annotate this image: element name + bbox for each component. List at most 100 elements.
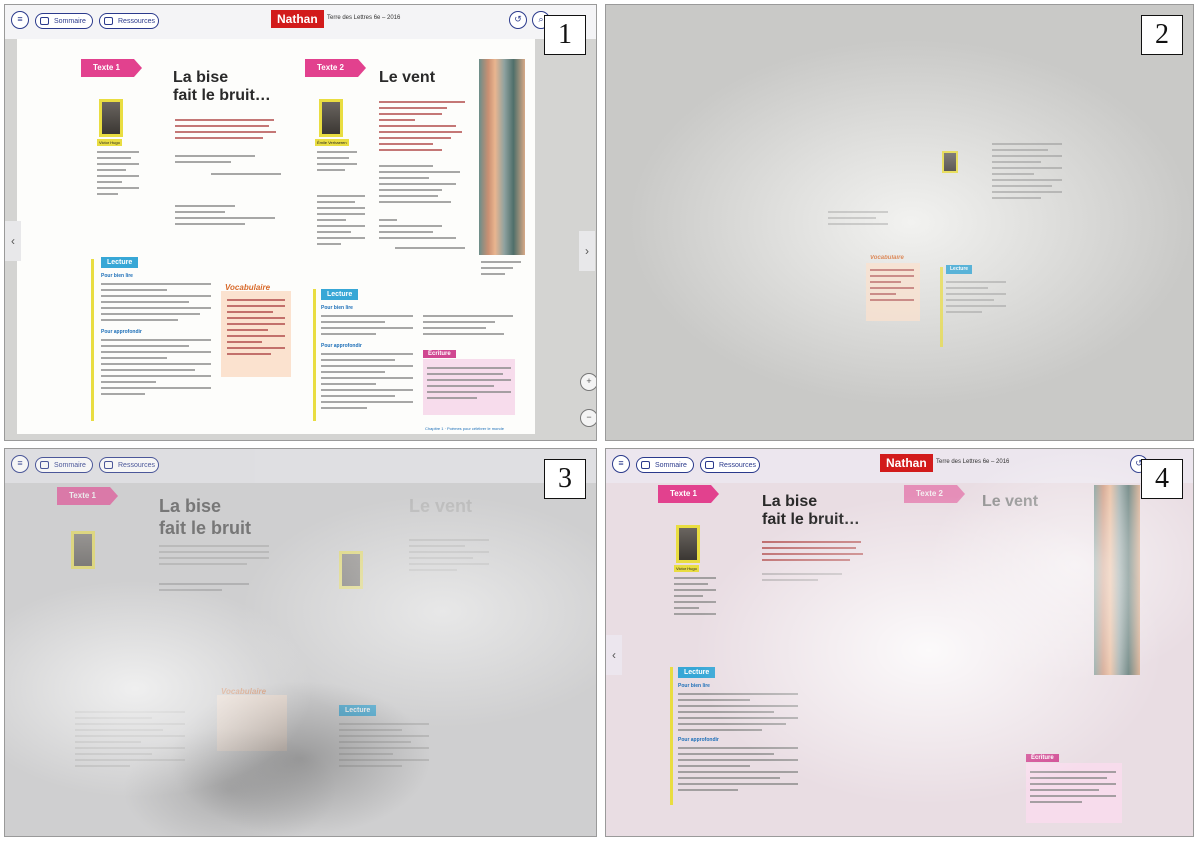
- title-text-2: Le vent: [982, 493, 1039, 510]
- menu-icon[interactable]: ≡: [612, 455, 630, 473]
- author-portrait-1: [99, 99, 123, 137]
- title-text-2: Le vent: [409, 496, 473, 516]
- poem-source-2: [395, 247, 465, 253]
- resources-button[interactable]: Ressources: [99, 457, 159, 473]
- toolbar: ≡ Sommaire Ressources Nathan Terre des L…: [606, 449, 1193, 483]
- zoom-out-icon[interactable]: −: [580, 409, 596, 427]
- ecriture-box: Écriture: [423, 350, 515, 415]
- pour-approfondir-1: Pour approfondir: [101, 329, 142, 335]
- panel-4: 4 ≡ Sommaire Ressources Nathan Terre des…: [605, 448, 1194, 837]
- author-name-2: Émile Verhaeren: [315, 139, 349, 146]
- painting-image: [1094, 485, 1140, 675]
- chevron-right-icon[interactable]: ›: [579, 231, 595, 271]
- ecriture-title: Écriture: [1026, 754, 1059, 762]
- title-text-1-line2: fait le bruit…: [173, 87, 271, 104]
- chevron-left-icon[interactable]: ‹: [606, 635, 622, 675]
- tag-texte-2: Texte 2: [904, 485, 965, 503]
- author-name-1: Victor Hugo: [674, 565, 699, 572]
- ecriture-box: Écriture: [1026, 754, 1122, 823]
- summary-label: Sommaire: [54, 462, 86, 469]
- questions-3: [339, 723, 429, 771]
- menu-icon[interactable]: ≡: [11, 455, 29, 473]
- lecture-label: Lecture: [339, 705, 377, 716]
- pour-approfondir: Pour approfondir: [678, 737, 719, 743]
- poem-text-1-end: [159, 583, 249, 595]
- title-text-1-line1: La bise: [173, 69, 229, 86]
- pour-bien-lire: Pour bien lire: [678, 683, 710, 689]
- vocab-lines-1: [227, 299, 285, 359]
- title-text-1-line1: La bise: [159, 496, 222, 516]
- poem-text-1-end: [175, 155, 255, 167]
- vocabulaire-box-3: Vocabulaire: [217, 687, 287, 751]
- summary-label: Sommaire: [54, 18, 86, 25]
- notes-1: [175, 205, 275, 229]
- vocab-lines-2: [870, 269, 914, 305]
- vocabulaire-title-2: Vocabulaire: [870, 255, 904, 261]
- notes-2: [317, 195, 365, 249]
- poem-source-1: [211, 173, 281, 179]
- book-title: Terre des Lettres 6e – 2016: [936, 459, 1010, 465]
- folder-icon: [104, 461, 113, 469]
- vocabulaire-title-1: Vocabulaire: [225, 283, 271, 292]
- book-spread: Texte 1 La bise fait le bruit… Victor Hu…: [17, 39, 535, 434]
- zoom-in-icon[interactable]: +: [580, 373, 596, 391]
- questions-4: [678, 693, 798, 735]
- tag-texte-2: Texte 2: [305, 59, 366, 77]
- author-bio-1: [97, 151, 139, 199]
- questions-3b: [75, 711, 185, 771]
- poem-text-1: [762, 541, 872, 565]
- menu-icon[interactable]: ≡: [11, 11, 29, 29]
- panel-3: 3 ≡ Sommaire Ressources Texte 1 La bise …: [4, 448, 597, 837]
- author-portrait-2: [942, 151, 958, 173]
- poem-text-2: [379, 101, 469, 155]
- title-text-1-line2: fait le bruit…: [762, 511, 860, 528]
- pour-approfondir-2: Pour approfondir: [321, 343, 362, 349]
- resources-button[interactable]: Ressources: [700, 457, 760, 473]
- author-portrait-1: [71, 531, 95, 569]
- questions-faded: [946, 281, 1006, 317]
- folder-icon: [104, 17, 113, 25]
- lecture-label-1: Lecture: [101, 257, 139, 268]
- summary-button[interactable]: Sommaire: [35, 457, 93, 473]
- author-bio-1: [674, 577, 716, 619]
- undo-icon[interactable]: ↺: [509, 11, 527, 29]
- resources-label: Ressources: [118, 462, 155, 469]
- lecture-bar: [940, 267, 943, 347]
- author-portrait-2: [339, 551, 363, 589]
- lecture-label: Lecture: [946, 265, 973, 274]
- lecture-bar-2: [313, 289, 316, 421]
- brand-logo: Nathan: [880, 454, 933, 472]
- summary-label: Sommaire: [655, 462, 687, 469]
- poem-text-2: [992, 143, 1062, 203]
- book-title: Terre des Lettres 6e – 2016: [327, 15, 401, 21]
- list-icon: [641, 461, 650, 469]
- author-bio-2: [317, 151, 357, 175]
- summary-button[interactable]: Sommaire: [35, 13, 93, 29]
- painting-caption: [481, 261, 521, 279]
- poem-text-2b: [379, 165, 469, 207]
- lecture-label: Lecture: [678, 667, 716, 678]
- toolbar: ≡ Sommaire Ressources: [5, 449, 596, 483]
- chapter-footer: Chapitre 1 · Poèmes pour célébrer le mon…: [425, 426, 504, 431]
- tag-texte-1: Texte 1: [658, 485, 719, 503]
- resources-button[interactable]: Ressources: [99, 13, 159, 29]
- pour-bien-lire-1: Pour bien lire: [101, 273, 133, 279]
- title-text-1-line2: fait le bruit: [159, 518, 252, 538]
- panel-number: 1: [544, 15, 586, 55]
- poem-text-1: [159, 545, 269, 569]
- ecriture-title: Écriture: [423, 350, 456, 358]
- chevron-left-icon[interactable]: ‹: [5, 221, 21, 261]
- panel-1: 1 ≡ Sommaire Ressources Nathan Terre des…: [4, 4, 597, 441]
- panel-number: 4: [1141, 459, 1183, 499]
- screenshot-grid: 1 ≡ Sommaire Ressources Nathan Terre des…: [0, 0, 1198, 841]
- vocabulaire-box-1: Vocabulaire: [221, 283, 291, 377]
- lecture-bar: [670, 667, 673, 805]
- questions-4b: [678, 747, 798, 795]
- folder-icon: [705, 461, 714, 469]
- questions-2b: [321, 353, 413, 413]
- tag-texte-1: Texte 1: [57, 487, 118, 505]
- title-text-1-line1: La bise: [762, 493, 818, 510]
- list-icon: [40, 17, 49, 25]
- vocabulaire-title-3: Vocabulaire: [221, 687, 267, 696]
- summary-button[interactable]: Sommaire: [636, 457, 694, 473]
